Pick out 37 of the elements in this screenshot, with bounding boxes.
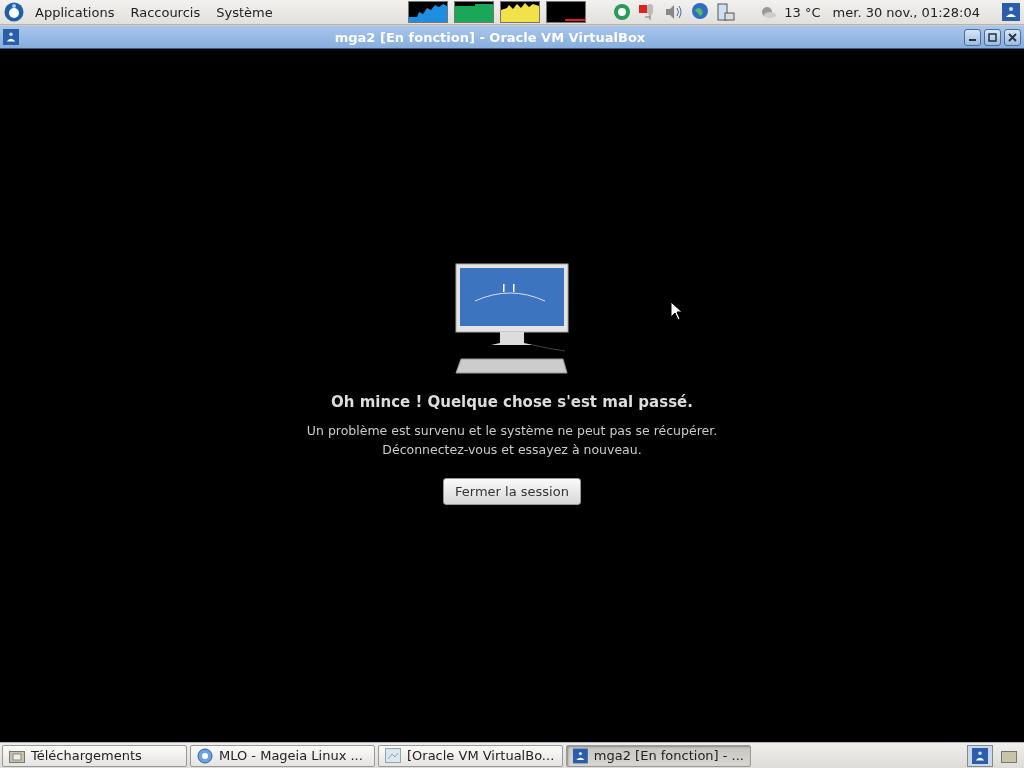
error-message: Déconnectez-vous et essayez à nouveau. [381,441,643,459]
taskbar-button[interactable]: [Oracle VM VirtualBo... [378,744,563,767]
menu-item[interactable]: Système [211,4,278,20]
vm-icon [573,747,588,764]
temperature-text: 13 °C [784,4,821,20]
window-icon [385,748,401,763]
taskbar-button[interactable]: mga2 [En fonction] - ... [566,744,751,767]
error-message: Un problème est survenu et le système ne peut pas se récupérer. [306,422,718,440]
globe-icon [197,747,213,764]
vm-icon [1002,3,1020,21]
logout-button[interactable]: Fermer la session [443,478,581,505]
status-icon[interactable] [612,2,633,22]
taskbar-button[interactable]: Téléchargements [2,744,187,767]
workspace-button[interactable] [967,744,993,767]
network-graph [500,1,541,23]
minimize-icon [969,39,976,41]
vm-icon [972,747,988,764]
folder-icon [9,748,25,763]
window-icon [3,29,19,45]
logo-icon[interactable] [4,2,24,22]
error-heading: Oh mince ! Quelque chose s'est mal passé. [331,393,693,411]
mouse-cursor-icon [670,301,683,321]
close-icon [1008,32,1017,42]
menu-item[interactable]: Applications [30,4,120,20]
desktop-icon [1001,748,1017,763]
maximize-icon [988,32,997,42]
minimize-button[interactable] [964,28,981,46]
taskbar-button[interactable]: MLO - Mageia Linux ... [190,744,375,767]
window-title: mga2 [En fonction] - Oracle VM VirtualBox [333,29,647,45]
cpu-graph [408,1,449,23]
menu-item[interactable]: Raccourcis [125,4,206,20]
close-button[interactable] [1004,28,1021,46]
disk-graph [546,1,587,23]
globe-icon[interactable] [690,2,711,22]
memory-graph [454,1,495,23]
maximize-button[interactable] [984,28,1001,46]
clock-text[interactable]: mer. 30 nov., 01:28:04 [832,4,980,20]
